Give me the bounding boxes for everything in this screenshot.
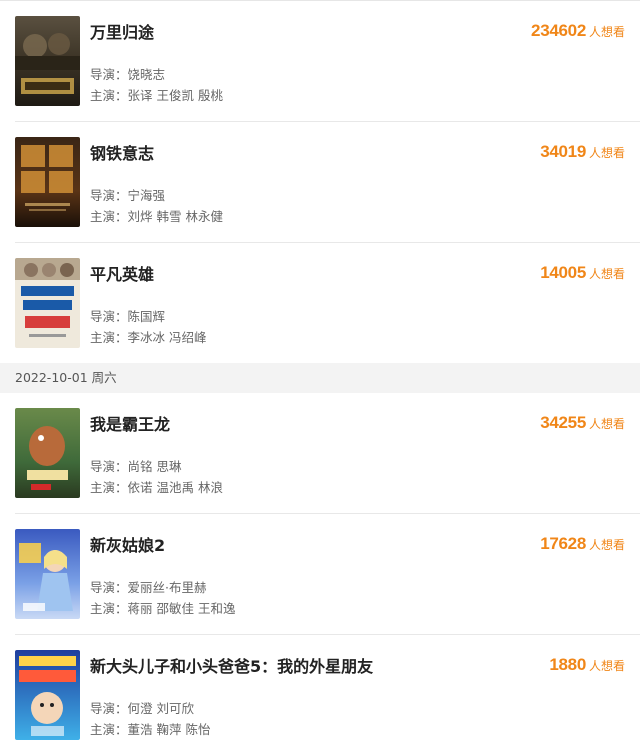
director-label: 导演：	[90, 67, 128, 82]
want-label: 人想看	[588, 267, 625, 281]
director-names: 爱丽丝·布里赫	[127, 580, 207, 595]
want-count: 34255	[540, 413, 586, 432]
poster-image	[15, 408, 80, 498]
want-to-see: 34255 人想看	[540, 413, 625, 434]
director-names: 尚铭 思琳	[127, 459, 182, 474]
movie-item[interactable]: 新灰姑娘2 17628 人想看 导演：爱丽丝·布里赫 主演：蒋丽 邵敏佳 王和逸	[0, 514, 640, 635]
movie-item[interactable]: 万里归途 234602 人想看 导演：饶晓志 主演：张译 王俊凯 殷桃	[0, 1, 640, 122]
movie-item[interactable]: 我是霸王龙 34255 人想看 导演：尚铭 思琳 主演：依诺 温池禹 林浪	[0, 393, 640, 514]
director-label: 导演：	[90, 188, 128, 203]
director-line: 导演：饶晓志	[90, 64, 165, 83]
director-names: 饶晓志	[127, 67, 166, 82]
want-to-see: 14005 人想看	[540, 263, 625, 284]
cast-label: 主演：	[90, 722, 128, 737]
cast-label: 主演：	[90, 330, 128, 345]
movie-item[interactable]: 钢铁意志 34019 人想看 导演：宁海强 主演：刘烨 韩雪 林永健	[0, 122, 640, 243]
want-count: 14005	[540, 263, 586, 282]
director-line: 导演：爱丽丝·布里赫	[90, 577, 207, 596]
director-line: 导演：尚铭 思琳	[90, 456, 182, 475]
cast-names: 依诺 温池禹 林浪	[127, 480, 223, 495]
director-label: 导演：	[90, 580, 128, 595]
movie-poster[interactable]	[15, 258, 80, 348]
movie-poster[interactable]	[15, 137, 80, 227]
director-names: 何澄 刘可欣	[127, 701, 194, 716]
want-label: 人想看	[588, 538, 625, 552]
cast-line: 主演：李冰冰 冯绍峰	[90, 327, 207, 346]
director-label: 导演：	[90, 459, 128, 474]
director-names: 陈国辉	[127, 309, 166, 324]
movie-title[interactable]: 钢铁意志	[90, 140, 154, 164]
movie-poster[interactable]	[15, 529, 80, 619]
want-label: 人想看	[588, 417, 625, 431]
cast-label: 主演：	[90, 480, 128, 495]
cast-label: 主演：	[90, 88, 128, 103]
cast-names: 蒋丽 邵敏佳 王和逸	[127, 601, 236, 616]
want-to-see: 17628 人想看	[540, 534, 625, 555]
movie-poster[interactable]	[15, 408, 80, 498]
director-label: 导演：	[90, 309, 128, 324]
poster-image	[15, 137, 80, 227]
cast-label: 主演：	[90, 601, 128, 616]
cast-line: 主演：蒋丽 邵敏佳 王和逸	[90, 598, 235, 617]
cast-names: 李冰冰 冯绍峰	[127, 330, 207, 345]
cast-line: 主演：张译 王俊凯 殷桃	[90, 85, 223, 104]
director-line: 导演：何澄 刘可欣	[90, 698, 194, 717]
movie-item[interactable]: 新大头儿子和小头爸爸5：我的外星朋友 1880 人想看 导演：何澄 刘可欣 主演：…	[0, 635, 640, 743]
movie-poster[interactable]	[15, 16, 80, 106]
cast-line: 主演：依诺 温池禹 林浪	[90, 477, 223, 496]
want-label: 人想看	[588, 146, 625, 160]
want-count: 1880	[549, 655, 586, 674]
director-line: 导演：宁海强	[90, 185, 165, 204]
poster-image	[15, 650, 80, 740]
want-label: 人想看	[588, 25, 625, 39]
director-names: 宁海强	[127, 188, 166, 203]
cast-names: 张译 王俊凯 殷桃	[127, 88, 223, 103]
want-count: 34019	[540, 142, 586, 161]
want-to-see: 234602 人想看	[531, 21, 625, 42]
movie-title[interactable]: 我是霸王龙	[90, 411, 170, 435]
movie-poster[interactable]	[15, 650, 80, 740]
director-label: 导演：	[90, 701, 128, 716]
movie-title[interactable]: 万里归途	[90, 19, 154, 43]
date-divider: 2022-10-01 周六	[0, 363, 640, 393]
director-line: 导演：陈国辉	[90, 306, 165, 325]
cast-line: 主演：董浩 鞠萍 陈怡	[90, 719, 210, 738]
cast-line: 主演：刘烨 韩雪 林永健	[90, 206, 223, 225]
want-to-see: 34019 人想看	[540, 142, 625, 163]
want-count: 234602	[531, 21, 586, 40]
cast-label: 主演：	[90, 209, 128, 224]
want-count: 17628	[540, 534, 586, 553]
movie-title[interactable]: 新大头儿子和小头爸爸5：我的外星朋友	[90, 653, 373, 677]
movie-title[interactable]: 平凡英雄	[90, 261, 154, 285]
movie-item[interactable]: 平凡英雄 14005 人想看 导演：陈国辉 主演：李冰冰 冯绍峰	[0, 243, 640, 364]
poster-image	[15, 16, 80, 106]
poster-image	[15, 258, 80, 348]
want-label: 人想看	[588, 659, 625, 673]
cast-names: 董浩 鞠萍 陈怡	[127, 722, 211, 737]
movie-title[interactable]: 新灰姑娘2	[90, 532, 165, 556]
cast-names: 刘烨 韩雪 林永健	[127, 209, 223, 224]
want-to-see: 1880 人想看	[549, 655, 625, 676]
poster-image	[15, 529, 80, 619]
